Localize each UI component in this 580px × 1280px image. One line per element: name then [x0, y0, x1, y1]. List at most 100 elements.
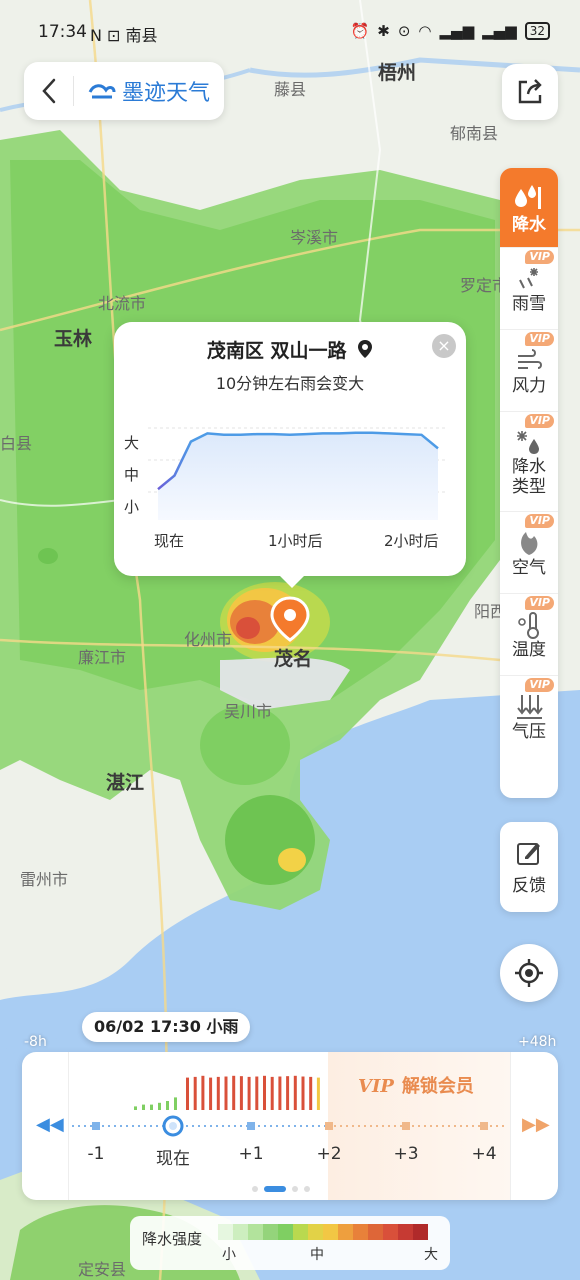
timeline-bar [193, 1076, 197, 1110]
layer-label: 降水类型 [512, 456, 546, 497]
vip-badge: VIP [525, 514, 554, 528]
bluetooth-icon: ✱ [377, 22, 390, 40]
popup-location: 茂南区 双山一路 [206, 340, 347, 362]
timeline-bar [301, 1076, 305, 1110]
map-label-wuzhou: 梧州 [378, 62, 417, 84]
timeline-bar [232, 1075, 236, 1110]
map-label-bobai: 白县 [0, 434, 33, 453]
tick-label: 现在 [156, 1149, 190, 1169]
signal-2-icon: ▂▄▆ [482, 22, 517, 40]
map-label-yulin: 玉林 [54, 328, 93, 350]
close-icon: × [437, 336, 451, 355]
map-label-dingan: 定安县 [78, 1260, 127, 1279]
vip-badge: VIP [525, 678, 554, 692]
map-pin-icon [358, 340, 373, 358]
timeline-bar [186, 1077, 189, 1110]
tick-label: +2 [316, 1144, 342, 1164]
timeline-bar [150, 1104, 153, 1110]
tick-label: +3 [393, 1144, 419, 1164]
vip-badge: VIP [525, 250, 554, 264]
legend-scale [218, 1224, 428, 1240]
locate-button[interactable] [500, 944, 558, 1002]
tick-marker [480, 1122, 488, 1130]
timeline-bar [278, 1076, 282, 1110]
timeline-bar [255, 1076, 259, 1110]
layer-pressure[interactable]: VIP 气压 [500, 676, 558, 758]
edit-icon [517, 842, 540, 865]
page-dot [304, 1186, 310, 1192]
map-label-huazhou: 化州市 [184, 630, 233, 649]
legend-high: 大 [424, 1247, 438, 1263]
snow-layer-icon [519, 267, 538, 288]
wind-layer-icon [518, 348, 542, 369]
status-time: 17:34 [38, 22, 87, 42]
status-bar: 17:34 N ⊡ 南县 ⏰ ✱ ⊙ ◠ ▂▄▆ ▂▄▆ 32 [0, 0, 580, 60]
map-label-yunan: 郁南县 [450, 124, 499, 143]
timeline-bar [286, 1076, 290, 1110]
x-label-1h: 1小时后 [268, 532, 323, 550]
layer-wind[interactable]: VIP 风力 [500, 330, 558, 412]
crosshair-icon [515, 959, 543, 987]
app-header: 墨迹天气 [24, 62, 224, 120]
back-arrow-icon [41, 78, 55, 104]
y-label-high: 大 [124, 434, 140, 452]
layer-temperature[interactable]: VIP 温度 [500, 594, 558, 676]
timeline-bar [142, 1104, 145, 1110]
layer-air[interactable]: VIP 空气 [500, 512, 558, 594]
map-label-maoming: 茂名 [274, 648, 313, 670]
share-icon [518, 79, 542, 104]
timeline-bar [316, 1077, 320, 1110]
timeline-bar [134, 1106, 137, 1110]
timeline-bar [293, 1075, 297, 1110]
temp-layer-icon [518, 611, 539, 639]
feedback-label: 反馈 [512, 875, 546, 896]
timeline-bar [224, 1076, 228, 1110]
map-label-leizhou: 雷州市 [20, 870, 69, 889]
air-layer-icon [521, 531, 538, 555]
x-label-now: 现在 [154, 532, 185, 550]
feedback-button[interactable]: 反馈 [500, 822, 558, 912]
timeline-handle-center [169, 1122, 177, 1130]
map-label-lianjiang: 廉江市 [78, 648, 127, 667]
y-label-low: 小 [124, 498, 140, 516]
timeline-bar [209, 1077, 213, 1110]
map-label-zhanjiang: 湛江 [106, 772, 145, 794]
vip-badge: VIP [525, 596, 554, 610]
alarm-icon: ⏰ [350, 22, 370, 40]
moji-logo-icon [88, 84, 116, 99]
popup-title: 茂南区 双山一路 [114, 336, 466, 363]
back-button[interactable] [24, 76, 74, 106]
layer-precip-type[interactable]: VIP 降水类型 [500, 412, 558, 512]
timeline-panel: ◀◀ ▶▶ VIP 解锁会员 -1 现在 +1 +2 +3 +4 [22, 1052, 558, 1200]
battery-icon: 32 [524, 22, 550, 40]
legend-low: 小 [222, 1247, 236, 1263]
timeline-left-edge: -8h [24, 1034, 47, 1050]
close-button[interactable]: × [432, 334, 456, 358]
timeline-bar [247, 1076, 251, 1110]
chart-area [158, 432, 438, 520]
current-time-label: 06/02 17:30 小雨 [82, 1012, 251, 1042]
rain-layer-icon [515, 184, 541, 209]
layer-rain-snow[interactable]: VIP 雨雪 [500, 248, 558, 330]
vip-badge: VIP [525, 332, 554, 346]
page-dot-active [264, 1186, 286, 1192]
precip-legend: 降水强度 小 中 大 [130, 1216, 450, 1270]
timeline-bar [174, 1097, 177, 1110]
timeline-bar [201, 1075, 205, 1110]
layer-label: 温度 [512, 639, 546, 660]
timeline-track[interactable] [22, 1052, 558, 1200]
timeline-bars [134, 1075, 320, 1110]
y-label-mid: 中 [124, 466, 140, 484]
app-brand: 墨迹天气 [88, 75, 210, 107]
location-pin-icon[interactable] [270, 596, 310, 642]
tick-marker [402, 1122, 410, 1130]
tick-marker [92, 1122, 100, 1130]
precip-chart [148, 427, 448, 520]
map-label-beiliu: 北流市 [98, 294, 147, 313]
tick-label: -1 [87, 1144, 105, 1164]
layer-label: 空气 [512, 557, 546, 578]
layer-precipitation[interactable]: 降水 [500, 168, 558, 248]
share-button[interactable] [502, 64, 558, 120]
popup-summary: 10分钟左右雨会变大 [215, 374, 365, 393]
page-dot [292, 1186, 298, 1192]
